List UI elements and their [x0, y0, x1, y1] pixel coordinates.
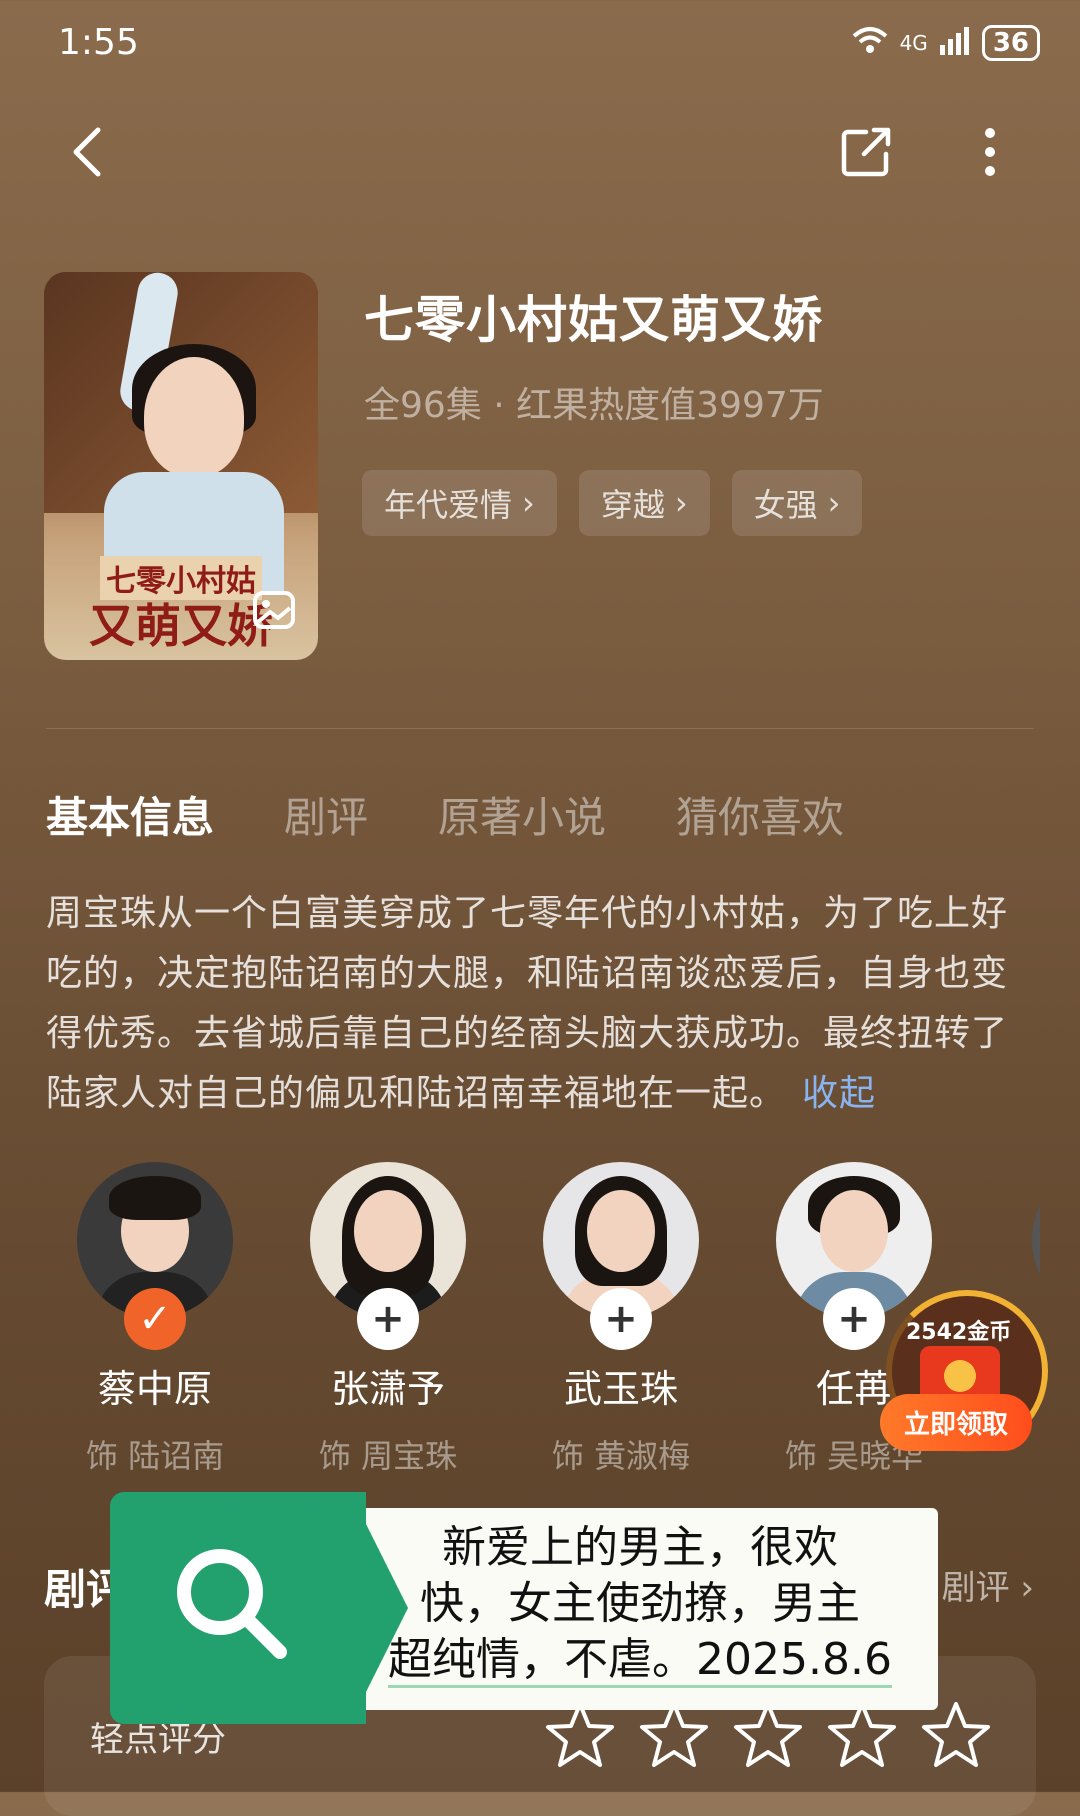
- tag-time-travel[interactable]: 穿越 ›: [578, 470, 710, 536]
- tab-basic-info[interactable]: 基本信息: [46, 784, 214, 845]
- avatar-head: [354, 1190, 422, 1272]
- followed-check-icon[interactable]: ✓: [124, 1288, 186, 1350]
- chevron-right-icon: ›: [827, 484, 841, 522]
- poster-title-line1: 七零小村姑: [100, 556, 262, 600]
- tab-reviews[interactable]: 剧评: [284, 784, 368, 845]
- overlay-note-line2: 快，女主使劲撩，男主: [420, 1578, 860, 1629]
- poster-face: [144, 357, 244, 477]
- network-type: 4G: [899, 30, 928, 55]
- chevron-left-icon: [73, 127, 101, 177]
- back-button[interactable]: [48, 112, 128, 192]
- avatar-hair: [109, 1176, 201, 1220]
- follow-plus-icon[interactable]: +: [590, 1288, 652, 1350]
- drama-poster[interactable]: 七零小村姑 又萌又娇: [44, 272, 318, 660]
- chevron-right-icon: ›: [674, 484, 688, 522]
- tag-label: 年代爱情: [384, 486, 513, 524]
- overlay-note-line3: 超纯情，不虐。2025.8.6: [360, 1632, 920, 1688]
- avatar: [1032, 1162, 1040, 1318]
- cast-role: 饰 陆诏南: [85, 1437, 225, 1475]
- star-icon[interactable]: [638, 1700, 710, 1770]
- overlay-note-text: 新爱上的男主，很欢 快，女主使劲撩，男主 超纯情，不虐。2025.8.6: [360, 1520, 920, 1688]
- tag-label: 穿越: [600, 486, 665, 524]
- gallery-icon[interactable]: [252, 590, 296, 634]
- all-reviews-link[interactable]: 剧评 ›: [942, 1560, 1034, 1609]
- synopsis: 周宝珠从一个白富美穿成了七零年代的小村姑，为了吃上好吃的，决定抱陆诏南的大腿，和…: [46, 884, 1036, 1124]
- tab-recommendations[interactable]: 猜你喜欢: [676, 784, 844, 845]
- divider: [46, 728, 1034, 729]
- cast-name: 武玉珠: [563, 1367, 678, 1411]
- cast-role: 饰 黄淑梅: [551, 1437, 691, 1475]
- search-icon: [177, 1549, 287, 1659]
- star-icon[interactable]: [920, 1700, 992, 1770]
- avatar-head: [587, 1190, 655, 1272]
- cast-member[interactable]: + 武玉珠 饰 黄淑梅: [526, 1162, 716, 1477]
- signal-icon: [938, 25, 972, 60]
- star-icon[interactable]: [826, 1700, 898, 1770]
- chevron-right-icon: ›: [1020, 1568, 1034, 1608]
- detail-tabs: 基本信息 剧评 原著小说 猜你喜欢: [46, 784, 844, 845]
- claim-reward-button[interactable]: 立即领取: [880, 1394, 1033, 1451]
- drama-meta: 全96集 · 红果热度值3997万: [364, 385, 824, 426]
- rating-stars: [544, 1700, 992, 1770]
- share-button[interactable]: [826, 112, 906, 192]
- cast-role: 饰 周宝珠: [318, 1437, 458, 1475]
- status-icons: 4G 36: [850, 24, 1040, 61]
- chevron-right-icon: ›: [522, 484, 535, 522]
- avatar-head: [820, 1190, 888, 1272]
- wifi-icon: [850, 24, 890, 61]
- cast-name: 蔡中原: [97, 1367, 212, 1411]
- coin-count: 2542金币: [906, 1320, 1012, 1345]
- tag-list: 年代爱情 › 穿越 › 女强 ›: [362, 470, 863, 536]
- tag-strong-female[interactable]: 女强 ›: [731, 470, 863, 536]
- overlay-note-line3-text: 超纯情，不虐。2025.8.6: [388, 1634, 892, 1688]
- follow-plus-icon[interactable]: +: [357, 1288, 419, 1350]
- star-icon[interactable]: [732, 1700, 804, 1770]
- more-button[interactable]: [950, 112, 1030, 192]
- overlay-note-line1: 新爱上的男主，很欢: [442, 1522, 838, 1573]
- drama-title: 七零小村姑又萌又娇: [364, 291, 823, 349]
- cast-member[interactable]: + 张潇予 饰 周宝珠: [293, 1162, 483, 1477]
- more-vertical-icon: [985, 128, 995, 176]
- tag-romance[interactable]: 年代爱情 ›: [362, 470, 557, 536]
- follow-plus-icon[interactable]: +: [823, 1288, 885, 1350]
- collapse-link[interactable]: 收起: [802, 1073, 876, 1114]
- status-time: 1:55: [58, 22, 139, 63]
- cast-name: 张潇予: [330, 1367, 445, 1411]
- cast-member-partial[interactable]: [1015, 1162, 1040, 1318]
- overlay-search-tab: [110, 1492, 366, 1724]
- review-link-label: 剧评: [941, 1568, 1010, 1608]
- star-icon[interactable]: [544, 1700, 616, 1770]
- tag-label: 女强: [753, 486, 818, 524]
- battery-icon: 36: [981, 24, 1040, 61]
- share-icon: [841, 127, 891, 177]
- cast-member[interactable]: ✓ 蔡中原 饰 陆诏南: [60, 1162, 250, 1477]
- tab-original-novel[interactable]: 原著小说: [438, 784, 606, 845]
